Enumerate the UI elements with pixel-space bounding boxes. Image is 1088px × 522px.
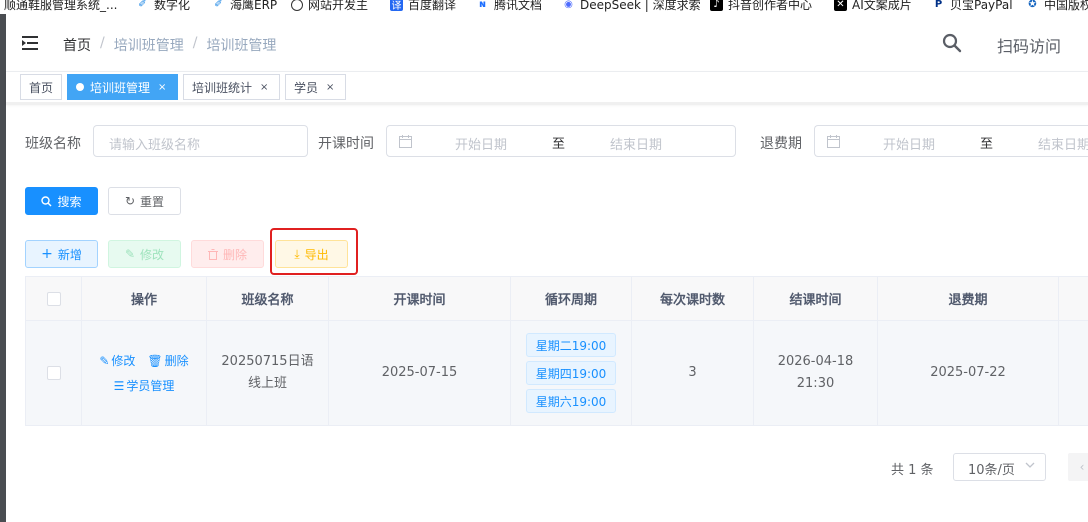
globe-icon — [291, 0, 303, 11]
chevron-left-icon: ‹ — [1079, 460, 1085, 474]
refund-cell: 2025-07-22 — [878, 321, 1059, 425]
breadcrumb-item: 培训班管理 — [113, 38, 184, 54]
search-icon[interactable] — [942, 33, 962, 53]
row-edit-link[interactable]: ✎ 修改 — [99, 352, 135, 369]
tiktok-icon: ♪ — [710, 0, 723, 11]
class-name-cell: 20250715日语线上班 — [207, 321, 329, 425]
calendar-icon — [827, 135, 840, 148]
search-icon — [41, 195, 52, 206]
tag-students[interactable]: 学员 × — [285, 74, 346, 100]
tag-home[interactable]: 首页 — [20, 74, 63, 100]
close-icon[interactable]: × — [158, 82, 166, 93]
bookmark-item[interactable]: 网站开发主 — [291, 0, 368, 14]
pencil-icon: ✎ — [124, 247, 136, 261]
tag-training-class-stats[interactable]: 培训班统计 × — [183, 74, 280, 100]
row-checkbox[interactable] — [46, 366, 61, 380]
refund-label: 退费期 — [760, 136, 802, 152]
close-icon[interactable]: × — [326, 82, 334, 93]
bookmarks-bar: 顺通鞋服管理系统_... ✐ 数字化 ✐ 海鹰ERP 网站开发主 译百度翻译 ɴ 腾讯… — [0, 0, 1088, 14]
tags-view: 首页 培训班管理 × 培训班统计 × 学员 × — [6, 72, 1088, 104]
divider — [6, 102, 1088, 105]
refund-range-picker[interactable]: 开始日期 至 结束日期 — [814, 125, 1088, 157]
start-time-label: 开课时间 — [318, 136, 374, 152]
end-date-placeholder[interactable]: 结束日期 — [1038, 134, 1088, 153]
bookmark-item[interactable]: ♪ 抖音创作者中心 — [710, 0, 812, 14]
column-header: 开课时间 — [329, 277, 511, 320]
select-all-checkbox[interactable] — [46, 291, 61, 306]
table-header: 操作 班级名称 开课时间 循环周期 每次课时数 结课时间 退费期 — [25, 276, 1088, 321]
cycle-tags: 星期二19:00 星期四19:00 星期六19:00 — [525, 333, 617, 413]
class-name-label: 班级名称 — [25, 136, 81, 152]
list-icon: ☰ — [113, 378, 125, 393]
plus-icon: + — [41, 246, 53, 262]
delete-button[interactable]: 删除 — [191, 240, 264, 268]
start-time-range-picker[interactable]: 开始日期 至 结束日期 — [386, 125, 736, 157]
column-header: 循环周期 — [511, 277, 632, 320]
range-separator: 至 — [980, 137, 994, 152]
bookmark-item[interactable]: 译百度翻译 — [390, 0, 456, 14]
column-header: 退费期 — [878, 277, 1059, 320]
breadcrumb: 首页 / 培训班管理 / 培训班管理 — [63, 35, 277, 55]
hours-cell: 3 — [632, 321, 754, 425]
bookmark-item[interactable]: ✕ AI文案成片 — [834, 0, 912, 14]
page-size-select[interactable]: 10条/页 — [953, 453, 1046, 481]
seal-icon: ✪ — [1028, 0, 1037, 10]
deepseek-icon: ◉ — [564, 0, 573, 10]
scan-access-link[interactable]: 扫码访问 — [997, 33, 1061, 57]
class-table: 操作 班级名称 开课时间 循环周期 每次课时数 结课时间 退费期 ✎ 修改 🗑︎ 删… — [25, 276, 1088, 426]
bookmark-item[interactable]: ✐ 数字化 — [136, 0, 190, 14]
row-delete-link[interactable]: 🗑︎ 删除 — [147, 352, 188, 369]
bookmark-item[interactable]: 顺通鞋服管理系统_... — [4, 0, 117, 14]
pencil-icon: ✎ — [99, 353, 110, 368]
feather-icon: ✐ — [214, 0, 223, 10]
bookmark-item[interactable]: ɴ 腾讯文档 — [476, 0, 542, 14]
start-date-placeholder[interactable]: 开始日期 — [883, 134, 935, 153]
bookmark-item[interactable]: P 贝宝PayPal — [932, 0, 1013, 14]
active-dot-icon — [76, 83, 84, 91]
cycle-tag: 星期四19:00 — [525, 361, 617, 385]
trash-icon: 🗑︎ — [147, 353, 163, 368]
cycle-tag: 星期六19:00 — [525, 389, 617, 413]
calendar-icon — [399, 135, 412, 148]
pagination-total: 共 1 条 — [891, 463, 934, 478]
column-header: 班级名称 — [207, 277, 329, 320]
doc-icon: ɴ — [478, 0, 487, 10]
translate-icon: 译 — [390, 0, 403, 12]
row-student-manage-link[interactable]: ☰ 学员管理 — [114, 377, 175, 394]
add-button[interactable]: + 新增 — [25, 240, 98, 268]
range-separator: 至 — [552, 137, 566, 152]
highlight-box — [270, 228, 358, 275]
class-name-input[interactable]: 请输入班级名称 — [93, 125, 308, 157]
cycle-tag: 星期二19:00 — [525, 333, 617, 357]
table-row: ✎ 修改 🗑︎ 删除 ☰ 学员管理 20250715日语线上班 2025-07-15 … — [25, 321, 1088, 426]
bookmark-item[interactable]: ◉ DeepSeek | 深度求索 — [562, 0, 701, 14]
capcut-icon: ✕ — [834, 0, 847, 11]
edit-button[interactable]: ✎ 修改 — [108, 240, 181, 268]
end-date-placeholder[interactable]: 结束日期 — [610, 134, 662, 153]
column-header: 操作 — [82, 277, 207, 320]
hamburger-icon[interactable] — [22, 34, 40, 52]
paypal-icon: P — [934, 0, 943, 10]
start-date-placeholder[interactable]: 开始日期 — [455, 134, 507, 153]
column-header: 每次课时数 — [632, 277, 754, 320]
tag-training-class-manage[interactable]: 培训班管理 × — [67, 74, 178, 100]
refresh-icon: ↻ — [124, 194, 136, 208]
bookmark-item[interactable]: ✐ 海鹰ERP — [212, 0, 277, 14]
prev-page-button[interactable]: ‹ — [1068, 453, 1088, 481]
trash-icon — [207, 248, 218, 260]
search-button[interactable]: 搜索 — [25, 187, 98, 215]
breadcrumb-current: 培训班管理 — [206, 38, 277, 54]
breadcrumb-home[interactable]: 首页 — [63, 35, 91, 55]
row-actions: ✎ 修改 🗑︎ 删除 ☰ 学员管理 — [99, 352, 188, 394]
end-time-cell: 2026-04-18 21:30 — [754, 321, 878, 425]
navbar: 首页 / 培训班管理 / 培训班管理 扫码访问 — [6, 14, 1088, 72]
start-time-cell: 2025-07-15 — [329, 321, 511, 425]
bookmark-item[interactable]: ✪ 中国版权 — [1026, 0, 1088, 14]
column-header: 结课时间 — [754, 277, 878, 320]
close-icon[interactable]: × — [260, 82, 268, 93]
feather-icon: ✐ — [138, 0, 147, 10]
chevron-down-icon — [1025, 462, 1035, 468]
reset-button[interactable]: ↻ 重置 — [108, 187, 181, 215]
